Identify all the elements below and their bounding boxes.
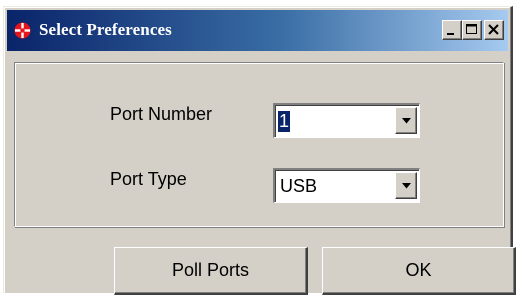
title-bar[interactable]: Select Preferences [7, 10, 508, 51]
port-type-select[interactable]: USB [273, 168, 420, 203]
chevron-down-icon [402, 118, 411, 124]
port-number-select[interactable]: 1 [273, 103, 420, 138]
maximize-icon [466, 24, 477, 34]
poll-ports-button[interactable]: Poll Ports [114, 247, 308, 295]
maximize-button[interactable] [462, 20, 482, 40]
port-type-dropdown-button[interactable] [395, 172, 417, 199]
port-type-label: Port Type [110, 169, 187, 189]
minimize-icon [447, 33, 454, 35]
close-button[interactable] [484, 20, 504, 40]
settings-group [14, 62, 504, 227]
chevron-down-icon [402, 183, 411, 189]
preferences-window: Select Preferences Port Number 1 Port Ty… [3, 6, 516, 295]
port-number-dropdown-button[interactable] [395, 107, 417, 134]
port-type-value: USB [280, 176, 318, 196]
close-icon [488, 24, 499, 35]
app-icon [14, 22, 31, 39]
port-number-value: 1 [278, 111, 291, 132]
port-number-label: Port Number [110, 104, 213, 124]
ok-button[interactable]: OK [322, 247, 516, 295]
minimize-button[interactable] [442, 20, 462, 40]
window-title: Select Preferences [39, 20, 172, 39]
